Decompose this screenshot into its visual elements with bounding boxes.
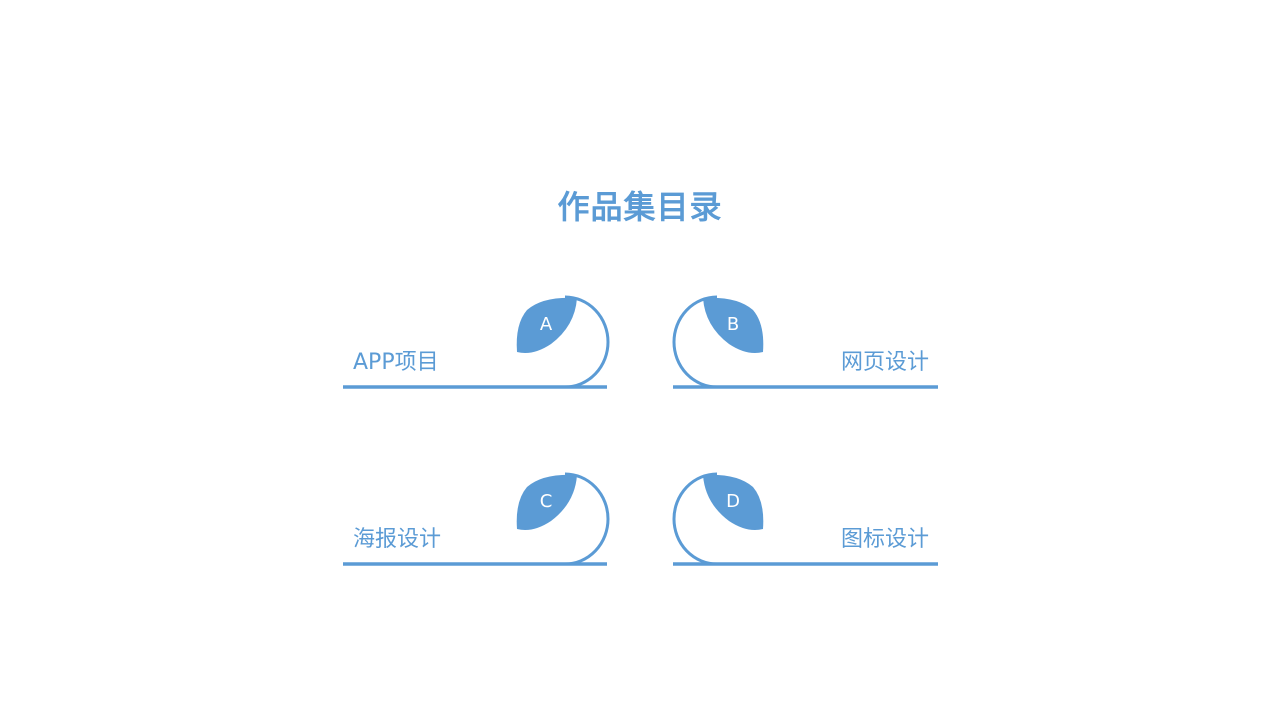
item-label: 图标设计 [840,527,929,552]
page-title: 作品集目录 [557,188,723,226]
badge-letter: D [726,491,740,512]
badge-letter: B [727,314,739,335]
toc-item-c[interactable]: C 海报设计 [343,472,611,573]
toc-item-b[interactable]: B 网页设计 [671,295,939,396]
swirl-shape: A [343,295,610,389]
swirl-shape: C [343,472,610,566]
toc-item-d[interactable]: D 图标设计 [671,472,939,573]
item-label: 网页设计 [840,350,929,375]
badge-letter: A [540,314,553,335]
badge-letter: C [540,491,553,512]
item-label: 海报设计 [353,527,442,552]
item-label: APP项目 [353,350,439,375]
swirl-shape: D [672,472,938,566]
slide: 作品集目录 A APP项目 B 网页设计 C 海报设计 D 图标设计 [0,0,1280,720]
toc-item-a[interactable]: A APP项目 [343,295,611,396]
swirl-shape: B [672,295,938,389]
